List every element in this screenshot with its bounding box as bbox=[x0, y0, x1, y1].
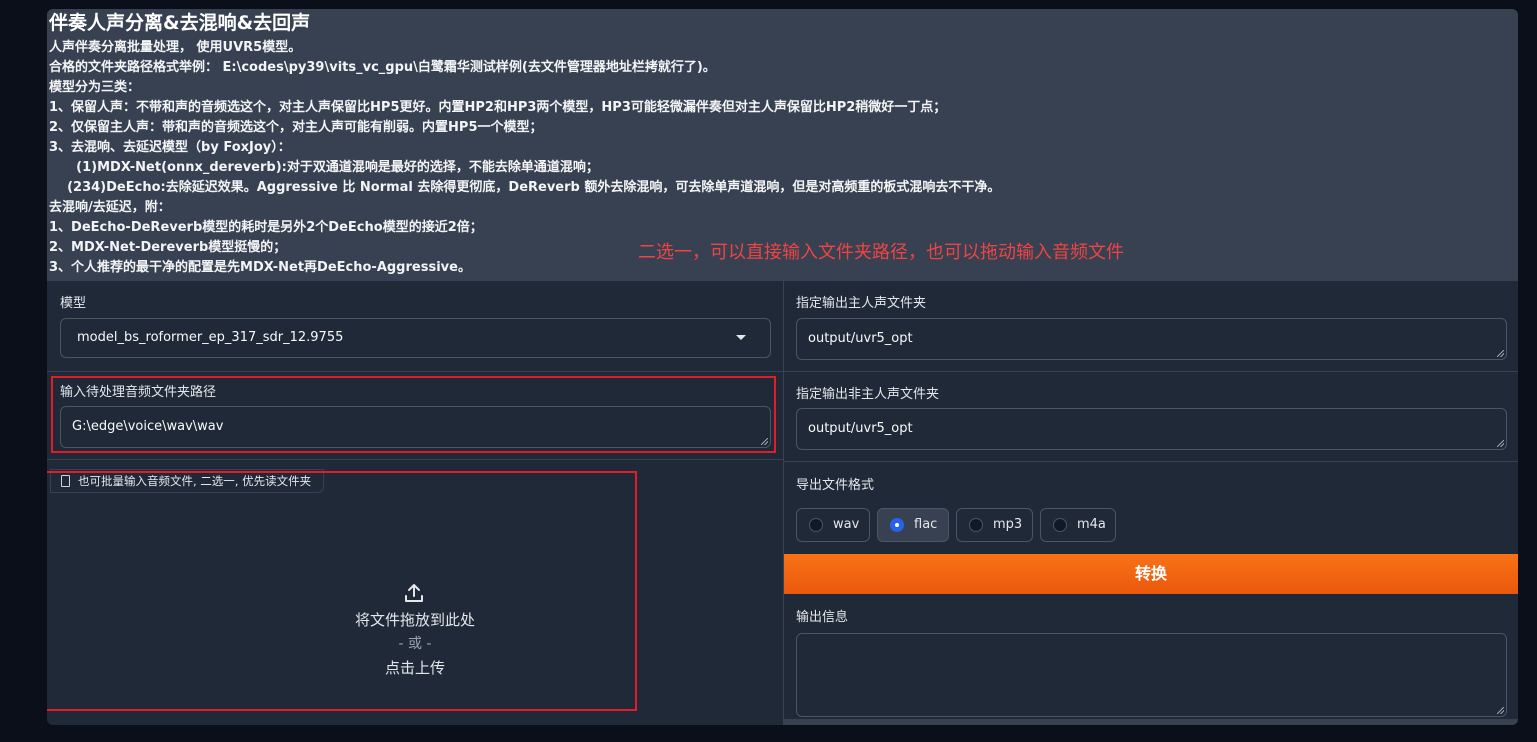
convert-button[interactable]: 转换 bbox=[784, 554, 1518, 594]
format-option-label: wav bbox=[833, 517, 860, 532]
divider bbox=[47, 459, 783, 460]
model-label: 模型 bbox=[60, 296, 87, 311]
desc-line: 模型分为三类： bbox=[49, 80, 141, 95]
radio-icon[interactable] bbox=[809, 518, 823, 532]
resize-handle-icon[interactable] bbox=[1497, 350, 1504, 357]
radio-icon[interactable] bbox=[969, 518, 983, 532]
output-info-label: 输出信息 bbox=[796, 610, 849, 625]
resize-handle-icon[interactable] bbox=[1497, 440, 1504, 447]
desc-line: 1、DeEcho-DeReverb模型的耗时是另外2个DeEcho模型的接近2倍… bbox=[49, 220, 483, 235]
desc-line: 2、仅保留主人声：带和声的音频选这个，对主人声可能有削弱。内置HP5一个模型； bbox=[49, 120, 543, 135]
format-label: 导出文件格式 bbox=[796, 478, 875, 493]
format-option-label: m4a bbox=[1077, 517, 1106, 532]
desc-line: 人声伴奏分离批量处理， 使用UVR5模型。 bbox=[49, 40, 302, 55]
highlight-box bbox=[47, 471, 637, 711]
format-option-label: mp3 bbox=[993, 517, 1023, 532]
format-option-m4a[interactable]: m4a bbox=[1040, 508, 1116, 542]
inst-output-field[interactable]: output/uvr5_opt bbox=[796, 408, 1507, 450]
divider bbox=[47, 371, 783, 372]
annotation-text: 二选一，可以直接输入文件夹路径，也可以拖动输入音频文件 bbox=[638, 242, 1124, 263]
format-option-flac[interactable]: flac bbox=[877, 508, 949, 542]
desc-line: 3、去混响、去延迟模型（by FoxJoy）： bbox=[49, 140, 291, 155]
desc-line: (1)MDX-Net(onnx_dereverb):对于双通道混响是最好的选择，… bbox=[49, 160, 599, 175]
model-dropdown[interactable]: model_bs_roformer_ep_317_sdr_12.9755 bbox=[60, 318, 771, 358]
divider bbox=[784, 371, 1518, 372]
divider bbox=[784, 461, 1518, 462]
model-selected-value: model_bs_roformer_ep_317_sdr_12.9755 bbox=[77, 330, 344, 345]
chevron-down-icon[interactable] bbox=[736, 335, 746, 340]
inst-output-label: 指定输出非主人声文件夹 bbox=[796, 387, 940, 402]
radio-selected-icon[interactable] bbox=[890, 518, 904, 532]
left-column: 模型 model_bs_roformer_ep_317_sdr_12.9755 … bbox=[47, 281, 783, 725]
highlight-box bbox=[51, 376, 776, 453]
radio-icon[interactable] bbox=[1053, 518, 1067, 532]
desc-line: 1、保留人声：不带和声的音频选这个，对主人声保留比HP5更好。内置HP2和HP3… bbox=[49, 100, 947, 115]
resize-handle-icon[interactable] bbox=[1497, 707, 1504, 714]
desc-line: 合格的文件夹路径格式举例： E:\codes\py39\vits_vc_gpu\… bbox=[49, 60, 716, 75]
bottom-bar bbox=[784, 719, 1518, 725]
format-option-label: flac bbox=[914, 517, 938, 532]
uvr5-panel: 伴奏人声分离&去混响&去回声 人声伴奏分离批量处理， 使用UVR5模型。 合格的… bbox=[47, 9, 1518, 725]
right-column: 指定输出主人声文件夹 output/uvr5_opt 指定输出非主人声文件夹 o… bbox=[784, 281, 1518, 725]
vocal-output-field[interactable]: output/uvr5_opt bbox=[796, 318, 1507, 360]
description-header: 伴奏人声分离&去混响&去回声 人声伴奏分离批量处理， 使用UVR5模型。 合格的… bbox=[47, 9, 1518, 281]
desc-line: (234)DeEcho:去除延迟效果。Aggressive 比 Normal 去… bbox=[49, 180, 1001, 195]
desc-line: 去混响/去延迟，附： bbox=[49, 200, 171, 215]
page-title: 伴奏人声分离&去混响&去回声 bbox=[49, 12, 311, 34]
output-info-field[interactable] bbox=[796, 633, 1507, 717]
format-option-mp3[interactable]: mp3 bbox=[956, 508, 1033, 542]
inst-output-value: output/uvr5_opt bbox=[808, 421, 913, 436]
vocal-output-value: output/uvr5_opt bbox=[808, 331, 913, 346]
format-option-wav[interactable]: wav bbox=[796, 508, 870, 542]
vocal-output-label: 指定输出主人声文件夹 bbox=[796, 296, 927, 311]
